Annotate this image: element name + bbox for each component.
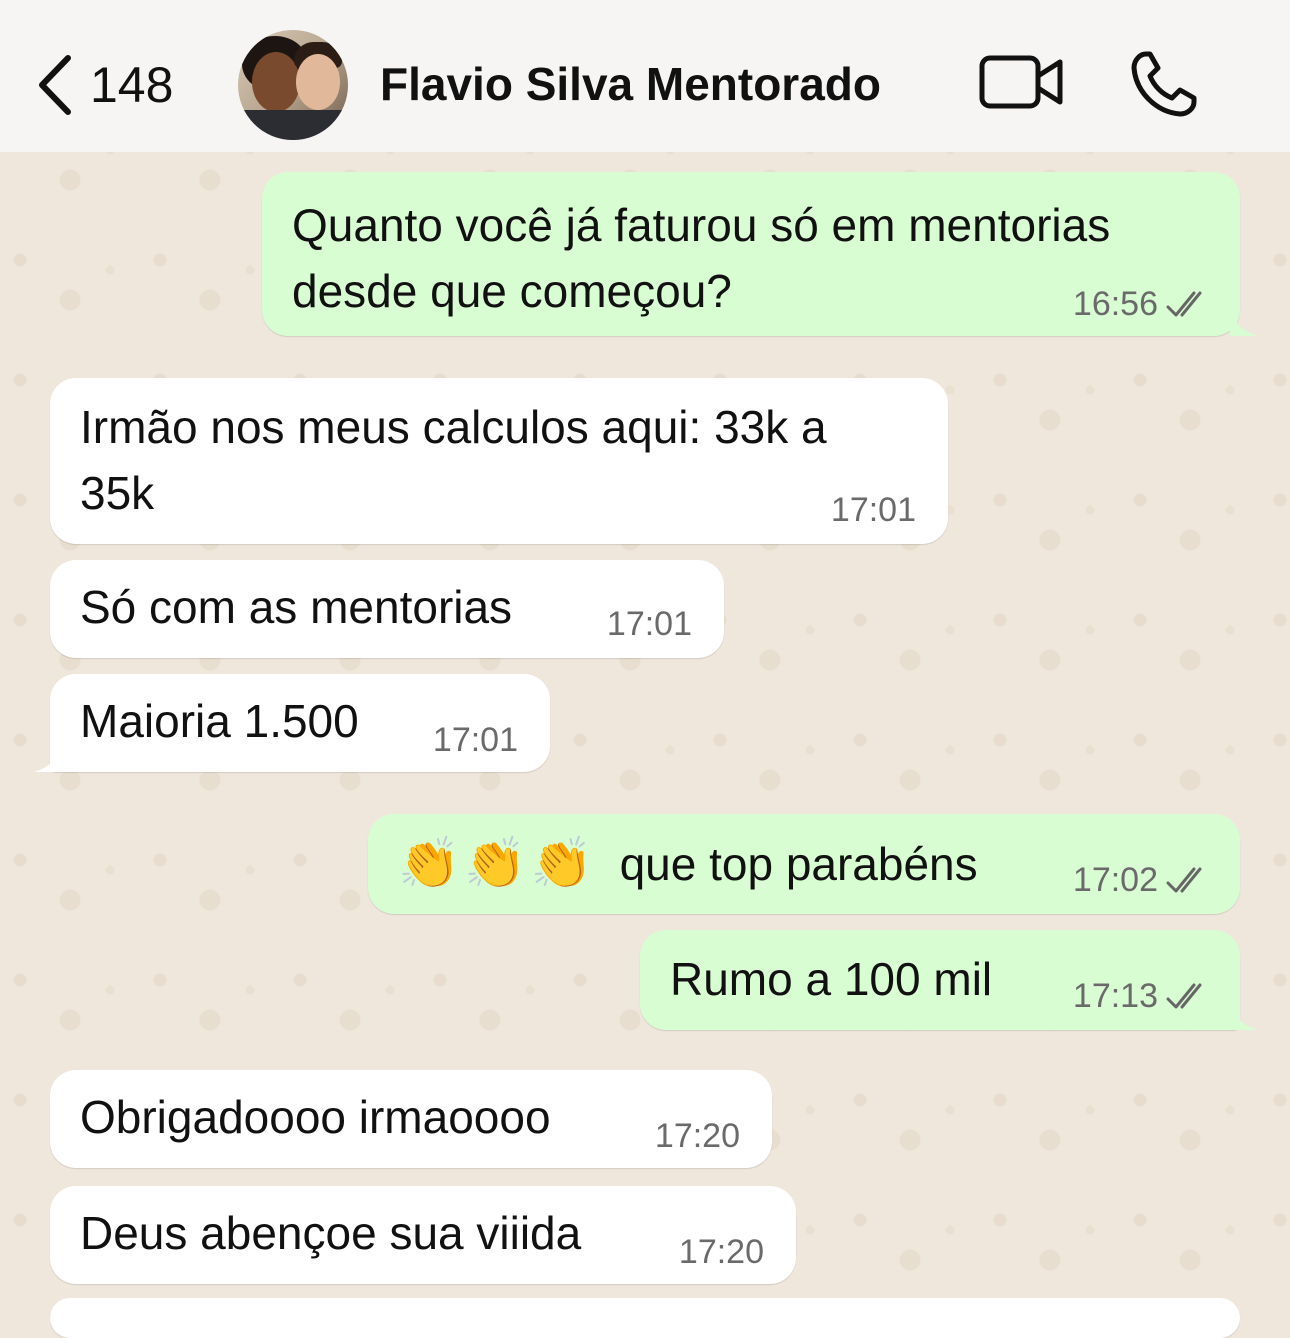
message-time: 16:56 [1072,285,1158,323]
message-content: 👏👏👏 que top parabéns [398,830,978,897]
unread-count: 148 [90,57,174,113]
video-call-button[interactable] [978,52,1066,112]
chat-header: 148 Flavio Silva Mentorado [0,0,1290,152]
message-meta: 16:56 [1073,284,1212,324]
message-incoming[interactable]: Irmão nos meus calculos aqui: 33k a 35k … [50,378,948,544]
double-check-icon [1166,291,1202,317]
message-meta: 17:01 [607,604,692,644]
message-text: que top parabéns [619,838,978,890]
message-text: Quanto você já faturou só em mentorias [292,199,1111,251]
message-text: Só com as mentorias [80,581,513,633]
back-button[interactable]: 148 [30,48,173,122]
chevron-left-icon [39,55,71,115]
video-camera-icon [979,55,1063,109]
double-check-icon [1166,983,1202,1009]
contact-name[interactable]: Flavio Silva Mentorado [380,52,881,116]
message-time: 17:01 [830,491,916,529]
message-text: Rumo a 100 mil [670,953,993,1005]
bubble-tail [34,742,62,772]
message-text: desde que começou? [292,265,732,317]
message-incoming[interactable]: Só com as mentorias 17:01 [50,560,724,658]
clapping-hands-emoji: 👏👏👏 [398,835,597,891]
message-meta: 17:01 [831,490,916,530]
avatar[interactable] [238,30,348,140]
message-text: Maioria 1.500 [80,695,359,747]
message-time: 17:20 [654,1117,740,1155]
message-outgoing[interactable]: Quanto você já faturou só em mentorias d… [262,172,1258,336]
phone-icon [1131,51,1197,117]
message-time: 17:01 [432,721,518,759]
message-incoming-partial[interactable] [50,1298,1240,1338]
message-incoming[interactable]: Obrigadoooo irmaoooo 17:20 [50,1070,772,1168]
message-incoming[interactable]: Maioria 1.500 17:01 [34,674,550,772]
message-time: 17:02 [1072,861,1158,899]
message-outgoing[interactable]: Rumo a 100 mil 17:13 [640,930,1258,1030]
message-incoming[interactable]: Deus abençoe sua viiida 17:20 [50,1186,796,1284]
message-text: Obrigadoooo irmaoooo [80,1091,551,1143]
message-meta: 17:13 [1073,976,1212,1016]
message-time: 17:01 [606,605,692,643]
message-time: 17:20 [678,1233,764,1271]
message-meta: 17:01 [433,720,518,760]
message-meta: 17:20 [655,1116,740,1156]
double-check-icon [1166,867,1202,893]
voice-call-button[interactable] [1128,48,1200,120]
message-time: 17:13 [1072,977,1158,1015]
message-text: Deus abençoe sua viiida [80,1207,582,1259]
message-meta: 17:20 [679,1232,764,1272]
message-text: Irmão nos meus calculos aqui: 33k a [80,401,827,453]
message-meta: 17:02 [1073,860,1212,900]
bubble-tail [1230,306,1258,336]
message-text: 35k [80,467,155,519]
bubble-tail [1230,1000,1258,1030]
message-outgoing[interactable]: 👏👏👏 que top parabéns 17:02 [368,814,1240,914]
